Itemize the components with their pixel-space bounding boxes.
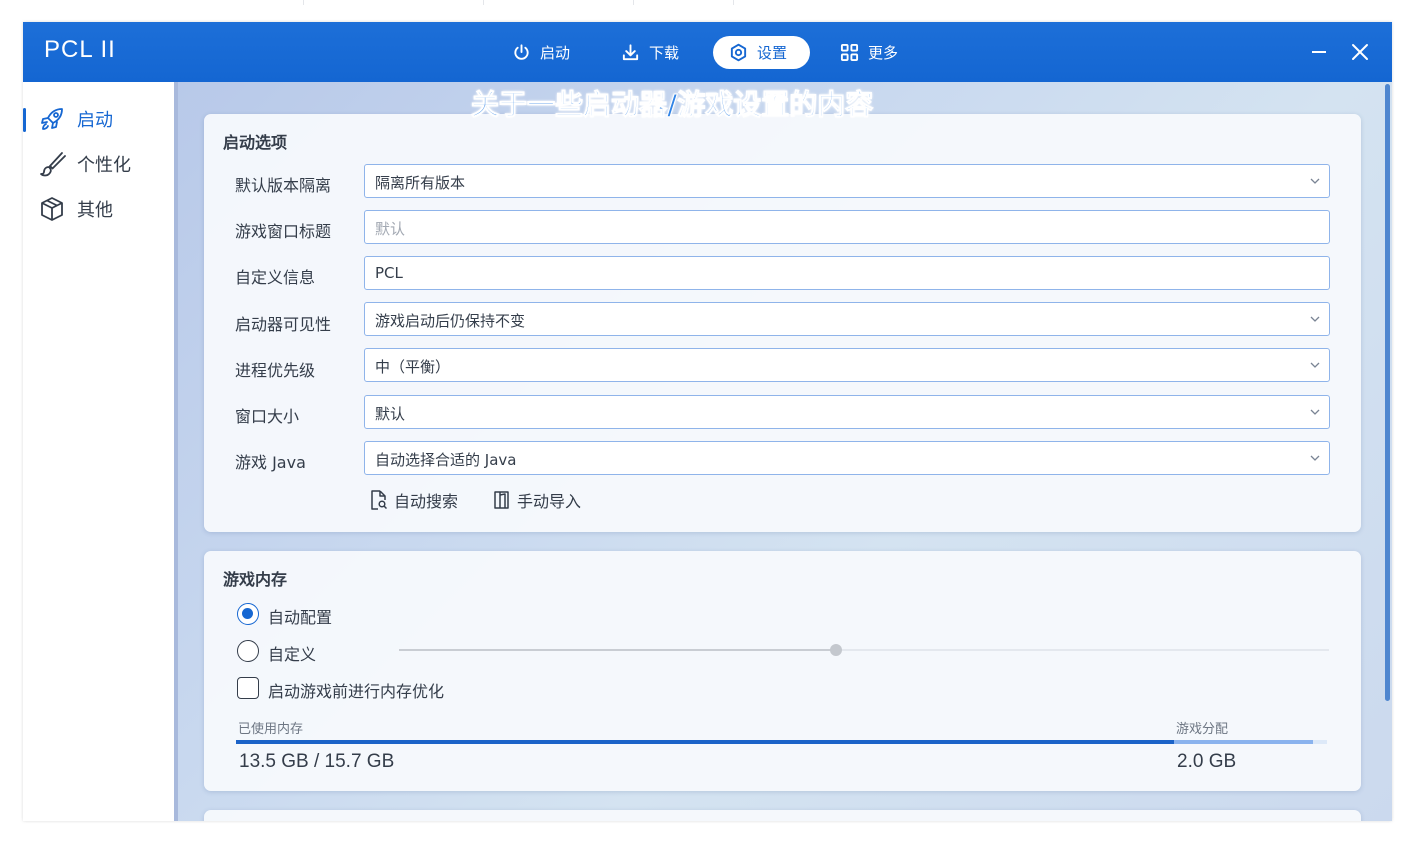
sidebar-item-label: 启动	[77, 110, 113, 131]
radio-label: 自定义	[268, 645, 317, 664]
select-value: 自动选择合适的 Java	[375, 451, 517, 469]
scrollbar[interactable]	[1385, 84, 1390, 701]
chevron-down-icon	[1310, 178, 1320, 184]
custom-info-input[interactable]: PCL	[364, 256, 1330, 290]
checkbox-label: 启动游戏前进行内存优化	[268, 682, 445, 701]
download-icon	[622, 44, 639, 61]
tab-launch[interactable]: 启动	[496, 36, 586, 69]
settings-icon	[730, 43, 747, 62]
tab-more-label: 更多	[868, 44, 899, 62]
launch-options-card: 启动选项 默认版本隔离 隔离所有版本 游戏窗口标题 默认 自定义信息 PCL 启…	[204, 114, 1361, 532]
memory-bar	[236, 740, 1327, 744]
game-alloc-fill	[1174, 740, 1313, 744]
sidebar-item-personalize[interactable]: 个性化	[23, 144, 174, 184]
select-value: 中（平衡）	[375, 358, 451, 376]
memory-optimize-checkbox[interactable]	[237, 677, 259, 699]
card-title: 游戏内存	[223, 570, 288, 589]
row-label: 游戏 Java	[235, 453, 306, 472]
sidebar-item-other[interactable]: 其他	[23, 189, 174, 229]
tab-settings[interactable]: 设置	[713, 36, 810, 69]
next-card	[204, 810, 1361, 821]
row-label: 启动器可见性	[235, 315, 332, 334]
rocket-icon	[41, 108, 63, 130]
sidebar-item-label: 其他	[77, 200, 113, 221]
version-isolation-select[interactable]: 隔离所有版本	[364, 164, 1330, 198]
grid-icon	[840, 43, 859, 62]
manual-import-button[interactable]: 手动导入	[493, 488, 581, 512]
card-title: 启动选项	[223, 133, 288, 152]
game-alloc-label: 游戏分配	[1176, 722, 1229, 737]
overlay-caption: 关于一些启动器/游戏设置的内容	[470, 88, 874, 122]
game-memory-card: 游戏内存 自动配置 自定义 启动游戏前进行内存优化 已使用内存 游戏分配 13.…	[204, 551, 1361, 791]
select-value: 默认	[375, 405, 406, 423]
chevron-down-icon	[1310, 455, 1320, 461]
tab-settings-label: 设置	[757, 44, 788, 62]
slider-fill	[399, 649, 836, 651]
row-label: 进程优先级	[235, 361, 316, 380]
chevron-down-icon	[1310, 409, 1320, 415]
manual-import-label: 手动导入	[517, 492, 582, 511]
window-title-input[interactable]: 默认	[364, 210, 1330, 244]
power-icon	[514, 44, 529, 60]
used-memory-label: 已使用内存	[238, 722, 304, 737]
chevron-down-icon	[1310, 362, 1320, 368]
radio-label: 自动配置	[268, 608, 333, 627]
memory-slider[interactable]	[399, 644, 1329, 656]
launcher-window: PCL II 启动 下载 设置 更多 启动 个性化 其他 启动选项 默认版本隔离…	[23, 22, 1392, 821]
used-memory-value: 13.5 GB / 15.7 GB	[239, 751, 395, 772]
content-edge	[174, 82, 178, 821]
folder-import-icon	[494, 491, 509, 509]
tab-launch-label: 启动	[540, 44, 571, 62]
select-value: 游戏启动后仍保持不变	[375, 312, 526, 330]
box-icon	[41, 197, 63, 221]
brush-icon	[40, 152, 66, 177]
input-placeholder: 默认	[375, 220, 406, 238]
select-value: 隔离所有版本	[375, 174, 466, 192]
chevron-down-icon	[1310, 316, 1320, 322]
slider-thumb[interactable]	[830, 644, 842, 656]
sidebar-item-label: 个性化	[77, 155, 131, 176]
active-indicator	[23, 108, 26, 132]
launcher-visibility-select[interactable]: 游戏启动后仍保持不变	[364, 302, 1330, 336]
sidebar: 启动 个性化 其他	[23, 82, 174, 821]
row-label: 窗口大小	[235, 407, 300, 426]
auto-search-button[interactable]: 自动搜索	[370, 488, 458, 512]
row-label: 默认版本隔离	[235, 176, 332, 195]
custom-radio[interactable]	[237, 640, 259, 662]
row-label: 自定义信息	[235, 268, 316, 287]
title-bar[interactable]: PCL II 启动 下载 设置 更多	[23, 22, 1392, 82]
auto-config-radio[interactable]	[237, 603, 259, 625]
auto-search-label: 自动搜索	[394, 492, 459, 511]
game-java-select[interactable]: 自动选择合适的 Java	[364, 441, 1330, 475]
top-edge-marks	[0, 0, 1415, 6]
window-size-select[interactable]: 默认	[364, 395, 1330, 429]
app-title: PCL II	[44, 36, 116, 63]
sidebar-item-launch[interactable]: 启动	[23, 99, 174, 139]
minimize-icon[interactable]	[1307, 40, 1331, 64]
tab-more[interactable]: 更多	[824, 36, 914, 69]
tab-download-label: 下载	[649, 44, 680, 62]
used-memory-fill	[236, 740, 1174, 744]
tab-download[interactable]: 下载	[605, 36, 695, 69]
row-label: 游戏窗口标题	[235, 222, 332, 241]
close-icon[interactable]	[1348, 40, 1372, 64]
settings-content: 启动选项 默认版本隔离 隔离所有版本 游戏窗口标题 默认 自定义信息 PCL 启…	[174, 82, 1392, 821]
process-priority-select[interactable]: 中（平衡）	[364, 348, 1330, 382]
input-value: PCL	[375, 264, 403, 282]
game-alloc-value: 2.0 GB	[1177, 751, 1237, 772]
file-search-icon	[371, 490, 387, 510]
